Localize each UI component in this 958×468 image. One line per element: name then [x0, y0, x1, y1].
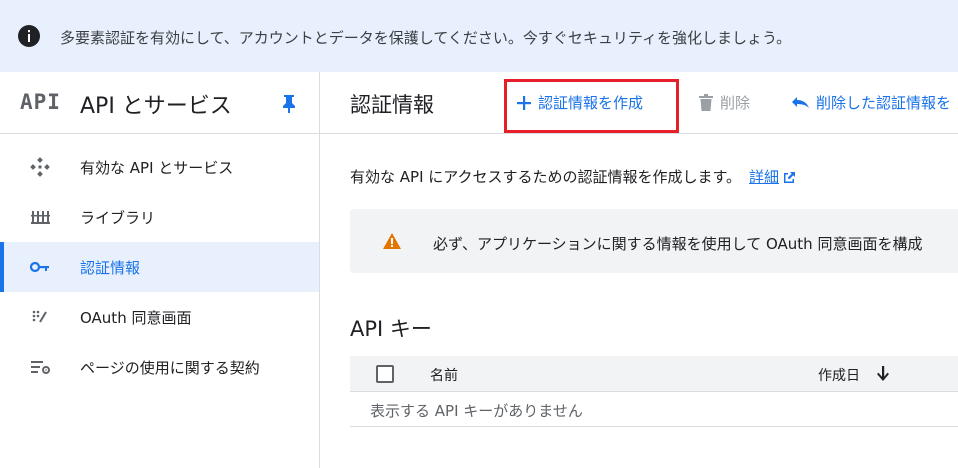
- sidebar-item-label: OAuth 同意画面: [80, 309, 192, 327]
- empty-message: 表示する API キーがありません: [370, 402, 583, 420]
- sort-arrow-down-icon[interactable]: [874, 364, 892, 384]
- sidebar: API API とサービス 有効な API とサービス ライブラリ 認証情報 O…: [0, 72, 320, 468]
- mfa-banner: 多要素認証を有効にして、アカウントとデータを保護してください。今すぐセキュリティ…: [0, 0, 958, 72]
- column-header-created[interactable]: 作成日: [818, 365, 860, 385]
- learn-more-link[interactable]: 詳細: [749, 168, 779, 186]
- api-logo: API: [20, 90, 61, 114]
- api-keys-table-header: 名前 作成日: [350, 356, 958, 392]
- page-title: 認証情報: [350, 93, 434, 117]
- trash-icon: [699, 93, 713, 111]
- banner-message: 多要素認証を有効にして、アカウントとデータを保護してください。今すぐセキュリティ…: [60, 29, 792, 47]
- sidebar-item-oauth-consent[interactable]: OAuth 同意画面: [0, 292, 319, 342]
- sidebar-title: API とサービス: [80, 94, 232, 119]
- warning-message: 必ず、アプリケーションに関する情報を使用して OAuth 同意画面を構成: [433, 235, 923, 253]
- table-empty-row: 表示する API キーがありません: [350, 392, 958, 427]
- column-header-name[interactable]: 名前: [430, 365, 458, 385]
- highlight-box: [504, 79, 679, 133]
- toolbar: 認証情報 認証情報を作成 削除 削除した認証情報を: [320, 72, 958, 134]
- settings-list-icon: [31, 361, 50, 374]
- info-icon: [18, 25, 40, 47]
- key-icon: [29, 261, 49, 273]
- api-keys-section-title: API キー: [350, 317, 432, 341]
- oauth-warning-box: 必ず、アプリケーションに関する情報を使用して OAuth 同意画面を構成: [350, 209, 958, 273]
- sidebar-item-credentials[interactable]: 認証情報: [0, 242, 319, 292]
- pin-icon[interactable]: [280, 94, 298, 114]
- undelete-credentials-button[interactable]: 削除した認証情報を: [790, 92, 951, 113]
- warning-icon: [383, 233, 401, 249]
- select-all-checkbox[interactable]: [376, 365, 394, 383]
- undo-icon: [792, 96, 809, 108]
- library-icon: [31, 211, 50, 224]
- undelete-label: 削除した認証情報を: [816, 94, 952, 112]
- consent-screen-icon: [32, 310, 47, 323]
- sidebar-header: API API とサービス: [0, 72, 319, 134]
- sidebar-item-label: ライブラリ: [80, 209, 156, 227]
- sidebar-item-page-usage-agreements[interactable]: ページの使用に関する契約: [0, 342, 319, 392]
- sidebar-item-label: 認証情報: [80, 259, 141, 277]
- sidebar-item-label: 有効な API とサービス: [80, 159, 234, 177]
- description: 有効な API にアクセスするための認証情報を作成します。 詳細: [350, 166, 796, 187]
- main-content: 認証情報 認証情報を作成 削除 削除した認証情報を 有効な API にアクセスす…: [320, 72, 958, 468]
- sidebar-item-label: ページの使用に関する契約: [80, 359, 260, 377]
- delete-label: 削除: [720, 94, 751, 112]
- external-link-icon: [784, 172, 796, 183]
- delete-button[interactable]: 削除: [698, 92, 750, 113]
- sidebar-item-enabled-apis[interactable]: 有効な API とサービス: [0, 142, 319, 192]
- api-diamond-icon: [30, 157, 50, 177]
- description-text: 有効な API にアクセスするための認証情報を作成します。: [350, 168, 742, 186]
- sidebar-item-library[interactable]: ライブラリ: [0, 192, 319, 242]
